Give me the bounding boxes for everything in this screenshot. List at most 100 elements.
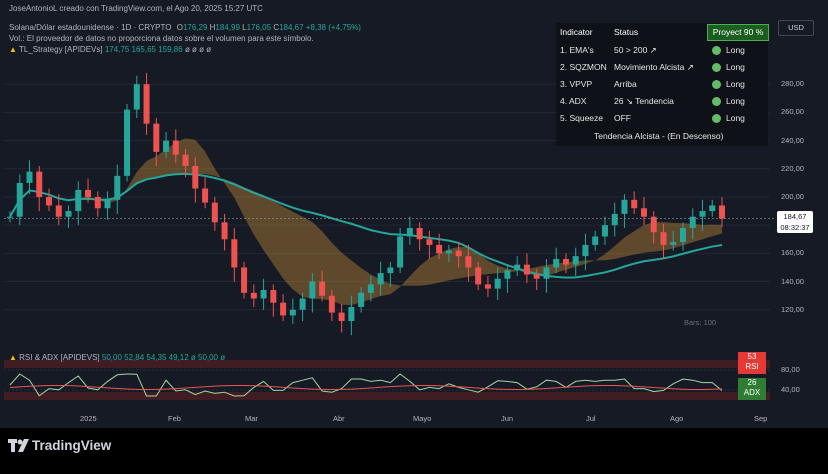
price-tick-label: 160,00 [781, 248, 804, 258]
table-row-indicator: 1. EMA's [560, 45, 594, 55]
candle-body [562, 259, 569, 265]
candle-body [104, 199, 111, 209]
candle-body [133, 84, 140, 110]
candle-body [348, 306, 355, 322]
price-tick-label: 240,00 [781, 135, 804, 145]
time-tick-label: Ago [670, 414, 684, 423]
rsi-adx-value: 49,12 [166, 353, 189, 362]
time-tick-label: Mar [245, 414, 258, 423]
currency-button[interactable]: USD [778, 20, 814, 36]
candle-body [611, 213, 618, 226]
table-row-status: OFF [614, 113, 631, 123]
candle-body [172, 140, 179, 155]
candle-body [660, 232, 667, 245]
projection-badge: Proyect 90 % [707, 24, 769, 41]
candle-body [406, 227, 413, 237]
candle-body [94, 196, 101, 209]
chart-area[interactable]: JoseAntonioL creado con TradingView.com,… [0, 0, 828, 428]
candle-body [504, 270, 511, 279]
strategy-name: TL_Strategy [APIDEVs] [19, 45, 103, 54]
candle-body [416, 227, 423, 240]
rsi-badge-value: 53 [747, 352, 757, 361]
candle-body [582, 244, 589, 257]
candle-body [709, 205, 716, 212]
table-summary: Tendencia Alcista - (En Descenso) [594, 131, 724, 141]
candle-body [475, 267, 482, 285]
candle-body [455, 250, 462, 257]
candle-body [367, 284, 374, 293]
attribution: JoseAntonioL creado con TradingView.com,… [9, 4, 263, 13]
strategy-legend[interactable]: ▲ TL_Strategy [APIDEVs] 174,75 165,65 15… [9, 45, 211, 54]
candle-body [124, 109, 131, 176]
strategy-tail: ø ø ø ø [184, 45, 212, 54]
bars-label: Bars: 100 [684, 318, 717, 327]
candle-body [16, 182, 23, 217]
candle-body [65, 211, 72, 217]
table-row-signal: Long [726, 62, 745, 72]
rsi-adx-value: 50,00 [101, 353, 122, 362]
candle-body [55, 205, 62, 217]
countdown-value: 08:32:37 [780, 223, 810, 232]
signal-dot-icon [712, 97, 721, 106]
volume-note: Vol.: El proveedor de datos no proporcio… [9, 34, 314, 43]
candle-body [26, 171, 33, 183]
candle-body [289, 309, 296, 316]
rsi-adx-value: 50,00 [195, 353, 219, 362]
rsi-badge: 53 RSI [738, 352, 766, 374]
candle-body [670, 242, 677, 245]
candle-body [484, 284, 491, 289]
signal-dot-icon [712, 114, 721, 123]
symbol-name: Solana/Dólar estadounidense · 1D · CRYPT… [9, 23, 172, 32]
candle-body [221, 222, 228, 240]
price-tick-label: 200,00 [781, 191, 804, 201]
table-header-indicator: Indicator [560, 27, 593, 37]
candle-body [163, 140, 170, 152]
signal-dot-icon [712, 63, 721, 72]
rsi-adx-icon: ▲ [9, 353, 17, 362]
price-tick-label: 220,00 [781, 163, 804, 173]
rsi-adx-legend[interactable]: ▲ RSI & ADX [APIDEVS] 50,00 52,84 54,35 … [9, 353, 225, 362]
candle-body [699, 211, 706, 217]
candle-body [601, 225, 608, 237]
strategy-value-1: 174,75 [104, 45, 130, 54]
candle-body [465, 256, 472, 268]
rsi-oversold-band [4, 392, 770, 400]
tradingview-logo-icon [8, 439, 29, 452]
candle-body [241, 267, 248, 293]
candle-body [679, 227, 686, 243]
table-row-signal: Long [726, 96, 745, 106]
time-tick-label: Jun [501, 414, 514, 423]
candle-body [523, 264, 530, 275]
candle-body [114, 175, 121, 200]
rsi-badge-label: RSI [745, 362, 759, 371]
rsi-adx-value: ø [188, 353, 196, 362]
candle-body [631, 199, 638, 209]
candle-body [36, 171, 43, 197]
candle-body [436, 244, 443, 254]
candle-body [397, 236, 404, 268]
candle-body [543, 267, 550, 279]
time-tick-label: Sep [754, 414, 768, 423]
candle-body [358, 292, 365, 307]
candle-body [280, 302, 287, 316]
last-price-value: 184,67 [783, 212, 807, 221]
time-tick-label: Jul [586, 414, 596, 423]
candle-body [202, 188, 209, 203]
candle-body [250, 292, 257, 299]
table-row-status: Arriba [614, 79, 637, 89]
time-tick-label: 2025 [80, 414, 97, 423]
table-header-status: Status [614, 27, 639, 37]
candle-body [7, 216, 13, 218]
adx-line [9, 385, 723, 391]
candle-body [553, 259, 560, 268]
ohlc-high: 184,99 [215, 23, 240, 32]
candle-body [328, 295, 335, 313]
candle-body [153, 123, 160, 152]
ohlc-change: +8,38 (+4,75%) [305, 23, 361, 32]
rsi-adx-name: RSI & ADX [APIDEVS] [19, 353, 100, 362]
chart-frame: JoseAntonioL creado con TradingView.com,… [0, 0, 828, 474]
candle-body [719, 205, 725, 219]
table-row-indicator: 4. ADX [560, 96, 587, 106]
candle-body [46, 196, 53, 206]
ohlc-close: 184,67 [279, 23, 304, 32]
